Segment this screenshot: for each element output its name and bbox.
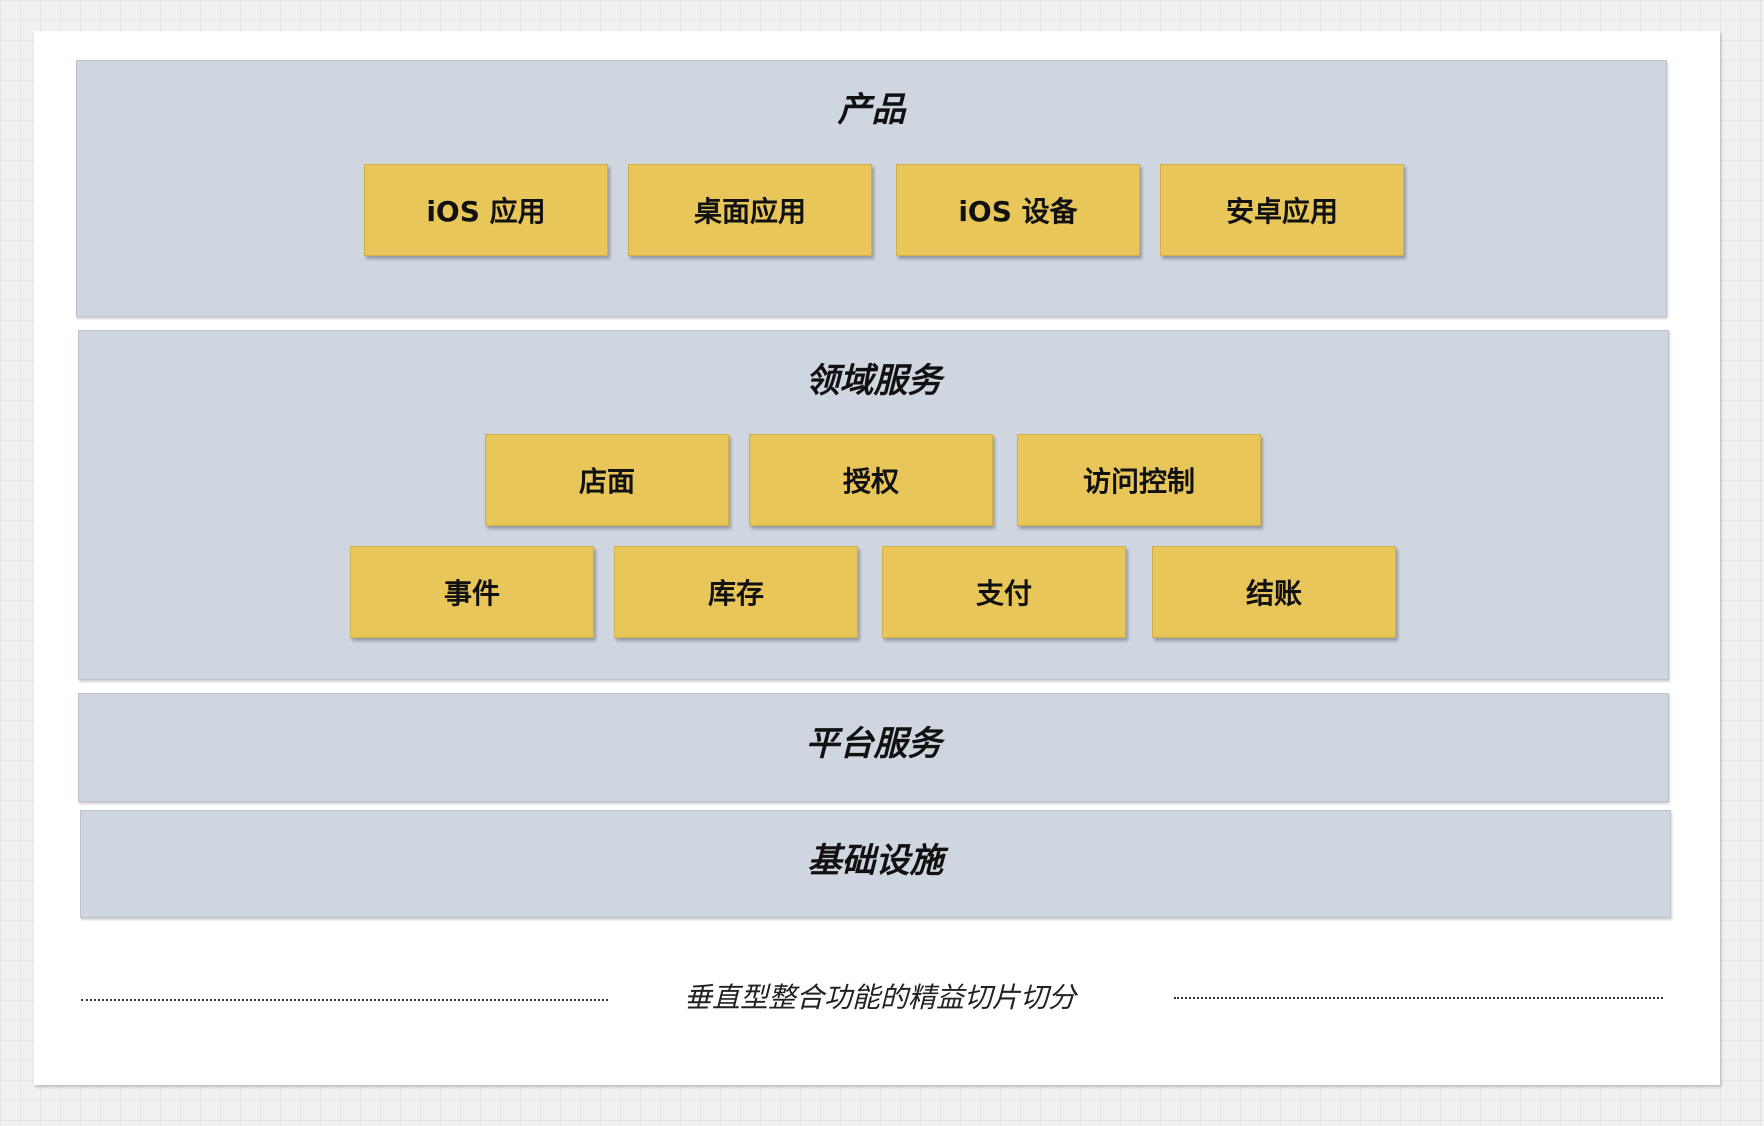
left-dotted-line — [81, 999, 608, 1001]
desktop-app-box: 桌面应用 — [628, 164, 872, 256]
products-layer-title: 产品 — [837, 90, 906, 130]
infrastructure-layer-title: 基础设施 — [807, 841, 944, 881]
payment-box: 支付 — [882, 546, 1126, 638]
ios-device-box: iOS 设备 — [896, 164, 1140, 256]
platform-services-layer-title: 平台服务 — [805, 724, 942, 764]
platform-services-layer: 平台服务 — [78, 693, 1669, 802]
android-app-box: 安卓应用 — [1160, 164, 1404, 256]
inventory-box: 库存 — [614, 546, 858, 638]
infrastructure-layer: 基础设施 — [80, 810, 1671, 918]
domain-services-layer-title: 领域服务 — [805, 361, 942, 401]
ios-app-box: iOS 应用 — [364, 164, 608, 256]
checkout-box: 结账 — [1152, 546, 1396, 638]
storefront-box: 店面 — [485, 434, 729, 526]
access-control-box: 访问控制 — [1017, 434, 1261, 526]
events-box: 事件 — [350, 546, 594, 638]
caption: 垂直型整合功能的精益切片切分 — [683, 981, 1076, 1014]
authorization-box: 授权 — [749, 434, 993, 526]
right-dotted-line — [1174, 997, 1663, 999]
